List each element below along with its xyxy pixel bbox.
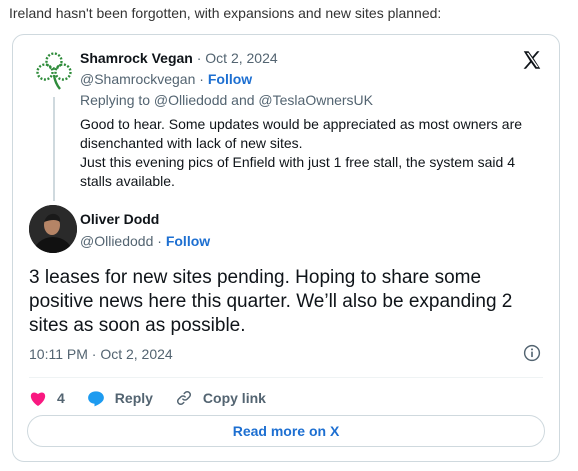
quoted-tweet-body: Good to hear. Some updates would be appr… xyxy=(80,115,550,191)
reply-label: Reply xyxy=(114,390,153,406)
quoted-author-name[interactable]: Shamrock Vegan xyxy=(80,50,193,66)
divider xyxy=(29,377,543,378)
main-handle[interactable]: @Olliedodd xyxy=(80,233,153,249)
person-photo-icon xyxy=(29,205,77,253)
heart-icon xyxy=(30,391,46,406)
quoted-date[interactable]: Oct 2, 2024 xyxy=(205,50,277,66)
intro-text: Ireland hasn't been forgotten, with expa… xyxy=(9,5,442,21)
read-more-button[interactable]: Read more on X xyxy=(27,415,545,447)
link-icon xyxy=(176,390,191,406)
x-logo-icon[interactable] xyxy=(521,49,543,71)
shamrock-icon xyxy=(32,49,76,93)
quoted-body-line-1: Good to hear. Some updates would be appr… xyxy=(80,116,523,151)
copy-link-label: Copy link xyxy=(202,390,266,406)
embedded-tweet-card[interactable]: Shamrock Vegan · Oct 2, 2024 @Shamrockve… xyxy=(12,34,560,462)
quoted-body-line-2: Just this evening pics of Enfield with j… xyxy=(80,154,515,189)
reply-bubble-icon xyxy=(87,390,104,406)
main-tweet-body: 3 leases for new sites pending. Hoping t… xyxy=(29,267,513,336)
quoted-separator: · xyxy=(192,50,206,66)
reply-button[interactable]: Reply xyxy=(87,390,153,407)
oliver-dodd-avatar[interactable] xyxy=(29,205,77,253)
tweet-timestamp[interactable]: 10:11 PM · Oct 2, 2024 xyxy=(29,346,173,362)
reply-context[interactable]: Replying to @Olliedodd and @TeslaOwnersU… xyxy=(80,91,373,110)
main-follow-link[interactable]: Follow xyxy=(166,233,210,249)
quoted-handle[interactable]: @Shamrockvegan xyxy=(80,71,195,87)
thread-line xyxy=(53,97,55,201)
like-count: 4 xyxy=(57,390,65,406)
main-handle-row: @Olliedodd · Follow xyxy=(80,233,211,249)
main-author-name[interactable]: Oliver Dodd xyxy=(80,210,159,229)
quoted-handle-row: @Shamrockvegan · Follow xyxy=(80,71,253,87)
info-icon[interactable] xyxy=(523,344,541,362)
action-bar: 4 Reply Copy link xyxy=(29,387,288,409)
quoted-follow-link[interactable]: Follow xyxy=(208,71,252,87)
quoted-tweet-header: Shamrock Vegan · Oct 2, 2024 xyxy=(80,49,278,68)
shamrock-avatar[interactable] xyxy=(31,48,77,94)
copy-link-button[interactable]: Copy link xyxy=(175,389,266,407)
like-button[interactable]: 4 xyxy=(29,390,65,407)
